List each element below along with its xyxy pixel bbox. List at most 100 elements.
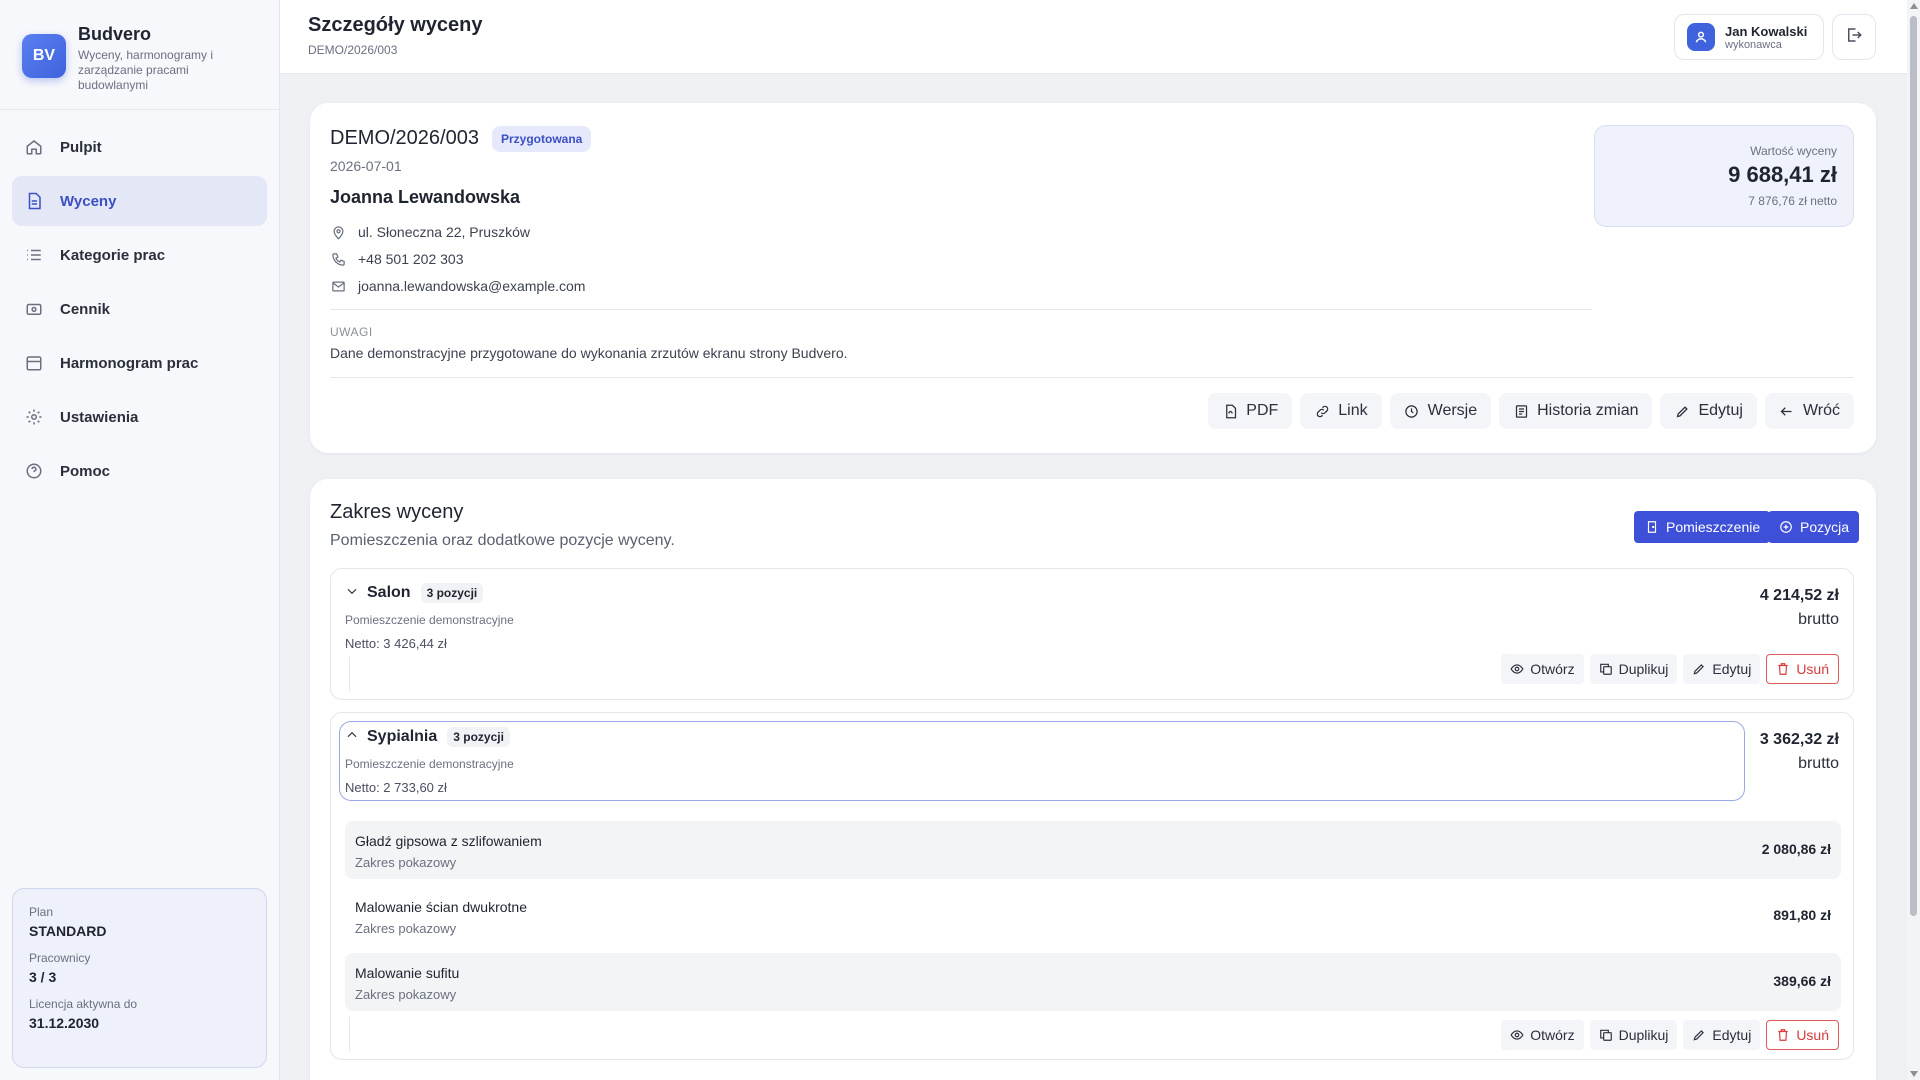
- sidebar-item-kategorie-prac[interactable]: Kategorie prac: [12, 230, 267, 280]
- document-icon: [24, 191, 44, 211]
- notes-text: Dane demonstracyjne przygotowane do wyko…: [330, 345, 848, 361]
- mail-icon: [330, 278, 346, 294]
- pencil-icon: [1692, 662, 1706, 676]
- brand: BV Budvero Wyceny, harmonogramy i zarząd…: [0, 0, 279, 110]
- clock-icon: [1404, 403, 1420, 419]
- client-email: joanna.lewandowska@example.com: [330, 278, 585, 294]
- sidebar-item-label: Cennik: [60, 300, 111, 318]
- room-total: 4 214,52 zł: [1759, 587, 1839, 604]
- room-header[interactable]: Salon 3 pozycji: [345, 583, 484, 603]
- room-actions: Otwórz Duplikuj Edytuj Usuń: [1501, 1020, 1839, 1050]
- sidebar-item-wyceny[interactable]: Wyceny: [12, 176, 267, 226]
- edit-button[interactable]: Edytuj: [1660, 393, 1757, 429]
- page-subtitle: DEMO/2026/003: [308, 43, 398, 57]
- plan-value: STANDARD: [29, 923, 107, 939]
- sidebar-item-label: Harmonogram prac: [60, 354, 199, 372]
- room-net: Netto: 3 426,44 zł: [345, 636, 447, 651]
- pencil-icon: [1692, 1028, 1706, 1042]
- home-icon: [24, 137, 44, 157]
- value-net: 7 876,76 zł netto: [1748, 194, 1837, 208]
- quote-scope-card: Zakres wyceny Pomieszczenia oraz dodatko…: [310, 479, 1876, 1080]
- user-role: wykonawca: [1725, 38, 1782, 51]
- copy-icon: [1599, 662, 1613, 676]
- plus-circle-icon: [1778, 519, 1794, 535]
- duplicate-room-button[interactable]: Duplikuj: [1589, 654, 1678, 684]
- delete-room-button[interactable]: Usuń: [1766, 1020, 1839, 1050]
- list-item[interactable]: Gładź gipsowa z szlifowaniem Zakres poka…: [345, 821, 1841, 879]
- add-room-button[interactable]: Pomieszczenie: [1634, 511, 1771, 543]
- quote-actions: PDF Link Wersje Historia zmian Edytuj Wr…: [1208, 393, 1854, 429]
- position-price: 389,66 zł: [1773, 973, 1831, 989]
- position-price: 2 080,86 zł: [1761, 841, 1831, 857]
- edit-room-button[interactable]: Edytuj: [1683, 654, 1761, 684]
- sidebar-item-harmonogram-prac[interactable]: Harmonogram prac: [12, 338, 267, 388]
- sidebar: BV Budvero Wyceny, harmonogramy i zarząd…: [0, 0, 280, 1080]
- room-card-sypialnia: Sypialnia 3 pozycji Pomieszczenie demons…: [330, 712, 1854, 1060]
- trash-icon: [1776, 1028, 1790, 1042]
- edit-room-button[interactable]: Edytuj: [1683, 1020, 1761, 1050]
- logout-button[interactable]: [1832, 14, 1876, 60]
- sidebar-item-label: Ustawienia: [60, 408, 139, 426]
- list-item[interactable]: Malowanie ścian dwukrotne Zakres pokazow…: [345, 887, 1841, 945]
- door-icon: [1644, 519, 1660, 535]
- license-label: Licencja aktywna do: [29, 997, 138, 1011]
- scroll-down-arrow-icon[interactable]: [1910, 1071, 1918, 1077]
- arrow-left-icon: [1779, 403, 1795, 419]
- chevron-up-icon[interactable]: [345, 728, 359, 747]
- divider: [330, 309, 1592, 310]
- help-icon: [24, 461, 44, 481]
- room-net: Netto: 2 733,60 zł: [345, 780, 447, 795]
- position-price: 891,80 zł: [1773, 907, 1831, 923]
- pdf-button[interactable]: PDF: [1208, 393, 1293, 429]
- app-logo[interactable]: BV: [22, 34, 66, 78]
- add-position-button[interactable]: Pozycja: [1768, 511, 1860, 543]
- room-position-count: 3 pozycji: [447, 727, 510, 747]
- license-value: 31.12.2030: [29, 1015, 100, 1031]
- sidebar-item-pomoc[interactable]: Pomoc: [12, 446, 267, 496]
- value-label: Wartość wyceny: [1750, 144, 1837, 158]
- back-button[interactable]: Wróć: [1764, 393, 1854, 429]
- duplicate-room-button[interactable]: Duplikuj: [1589, 1020, 1678, 1050]
- scroll-thumb[interactable]: [1910, 16, 1917, 916]
- room-total: 3 362,32 zł: [1759, 731, 1839, 748]
- sidebar-nav: Pulpit Wyceny Kategorie prac Cennik Harm…: [0, 110, 279, 512]
- quote-number: DEMO/2026/003: [330, 127, 479, 149]
- delete-room-button[interactable]: Usuń: [1766, 654, 1839, 684]
- open-room-button[interactable]: Otwórz: [1501, 1020, 1584, 1050]
- list-icon: [24, 245, 44, 265]
- room-description: Pomieszczenie demonstracyjne: [345, 613, 514, 627]
- versions-button[interactable]: Wersje: [1389, 393, 1492, 429]
- eye-icon: [1510, 1028, 1524, 1042]
- room-position-count: 3 pozycji: [420, 583, 484, 603]
- quote-details-card: DEMO/2026/003 Przygotowana 2026-07-01 Jo…: [310, 103, 1876, 453]
- link-button[interactable]: Link: [1300, 393, 1382, 429]
- position-name: Malowanie ścian dwukrotne: [355, 899, 527, 915]
- chevron-down-icon[interactable]: [345, 584, 359, 603]
- scroll-up-arrow-icon[interactable]: [1910, 3, 1918, 9]
- position-scope: Zakres pokazowy: [355, 987, 457, 1002]
- open-room-button[interactable]: Otwórz: [1501, 654, 1584, 684]
- history-button[interactable]: Historia zmian: [1499, 393, 1653, 429]
- sidebar-item-ustawienia[interactable]: Ustawienia: [12, 392, 267, 442]
- sidebar-item-label: Kategorie prac: [60, 246, 166, 264]
- sidebar-item-pulpit[interactable]: Pulpit: [12, 122, 267, 172]
- workers-label: Pracownicy: [29, 951, 91, 965]
- divider: [349, 657, 350, 691]
- phone-icon: [330, 251, 346, 267]
- pencil-icon: [1674, 403, 1690, 419]
- page-scrollbar[interactable]: [1907, 0, 1920, 1080]
- scope-title: Zakres wyceny: [330, 501, 464, 523]
- price-tag-icon: [24, 299, 44, 319]
- client-phone: +48 501 202 303: [330, 251, 464, 267]
- user-menu[interactable]: Jan Kowalski wykonawca: [1674, 14, 1824, 60]
- room-header-focus-ring[interactable]: [339, 721, 1745, 801]
- position-scope: Zakres pokazowy: [355, 921, 457, 936]
- position-scope: Zakres pokazowy: [355, 855, 457, 870]
- gear-icon: [24, 407, 44, 427]
- room-header[interactable]: Sypialnia 3 pozycji: [345, 727, 510, 747]
- eye-icon: [1510, 662, 1524, 676]
- sidebar-item-cennik[interactable]: Cennik: [12, 284, 267, 334]
- list-item[interactable]: Malowanie sufitu Zakres pokazowy 389,66 …: [345, 953, 1841, 1011]
- logout-icon: [1845, 26, 1863, 49]
- room-actions: Otwórz Duplikuj Edytuj Usuń: [1501, 654, 1839, 684]
